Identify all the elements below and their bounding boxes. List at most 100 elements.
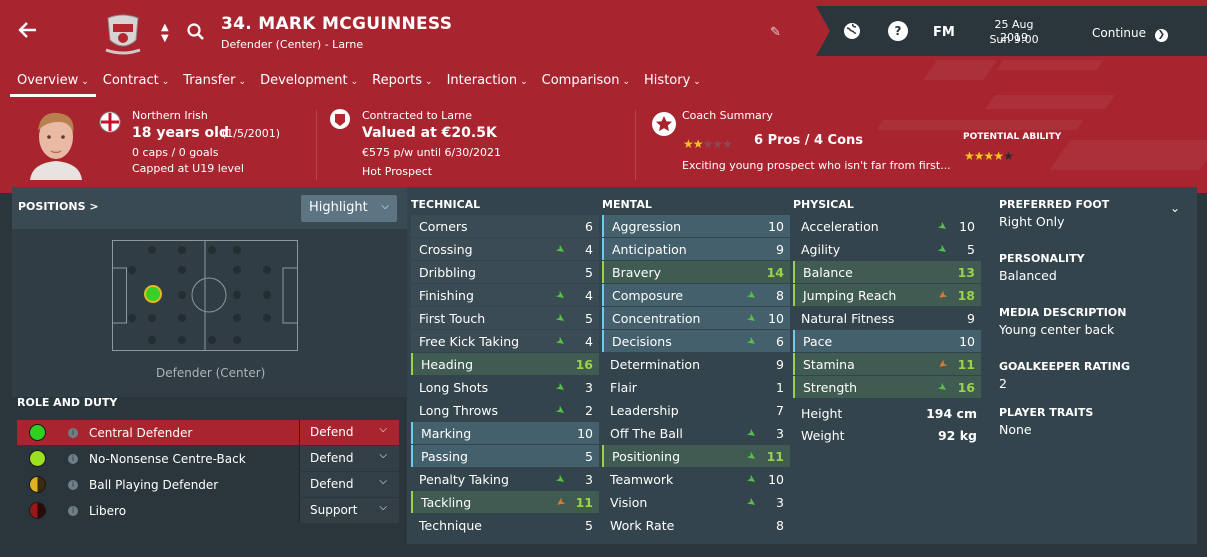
role-row[interactable]: i Ball Playing Defender Defend ⌵ bbox=[17, 472, 399, 497]
attribute-row[interactable]: Long Shots ➤ 3 bbox=[411, 376, 599, 398]
attribute-value: 5 bbox=[585, 448, 593, 464]
attribute-row[interactable]: Off The Ball ➤ 3 bbox=[602, 422, 790, 444]
search-icon[interactable] bbox=[186, 22, 206, 46]
contracted-to: Contracted to Larne bbox=[362, 109, 473, 122]
attribute-row[interactable]: Free Kick Taking ➤ 4 bbox=[411, 330, 599, 352]
attribute-row[interactable]: Pace 10 bbox=[793, 330, 981, 352]
role-row[interactable]: i Libero Support ⌵ bbox=[17, 498, 399, 523]
weight-value: 92 kg bbox=[937, 427, 977, 443]
attribute-row[interactable]: Crossing ➤ 4 bbox=[411, 238, 599, 260]
attribute-value: 10 bbox=[959, 333, 975, 349]
attribute-value: 11 bbox=[766, 448, 784, 464]
attribute-row[interactable]: Concentration ➤ 10 bbox=[602, 307, 790, 329]
attribute-row[interactable]: Technique 5 bbox=[411, 514, 599, 536]
attribute-row[interactable]: Heading 16 bbox=[411, 353, 599, 375]
next-player-icon[interactable]: ▼ bbox=[161, 33, 169, 44]
attribute-row[interactable]: Tackling ➤ 11 bbox=[411, 491, 599, 513]
mental-title: MENTAL bbox=[602, 198, 652, 211]
attribute-row[interactable]: Agility ➤ 5 bbox=[793, 238, 981, 260]
attribute-row[interactable]: Penalty Taking ➤ 3 bbox=[411, 468, 599, 490]
attribute-row[interactable]: Finishing ➤ 4 bbox=[411, 284, 599, 306]
attribute-row[interactable]: Dribbling 5 bbox=[411, 261, 599, 283]
attribute-name: Tackling bbox=[421, 494, 472, 510]
previous-player-icon[interactable]: ▲ bbox=[161, 22, 169, 33]
highlight-dropdown[interactable]: Highlight ⌵ bbox=[301, 195, 397, 222]
attribute-name: Heading bbox=[421, 356, 474, 372]
attribute-row[interactable]: Natural Fitness 9 bbox=[793, 307, 981, 329]
attribute-name: Flair bbox=[610, 379, 637, 395]
attribute-row[interactable]: Long Throws ➤ 2 bbox=[411, 399, 599, 421]
height-value: 194 cm bbox=[926, 405, 977, 421]
attribute-name: Finishing bbox=[419, 287, 474, 303]
attribute-row[interactable]: Determination 9 bbox=[602, 353, 790, 375]
attribute-name: Long Throws bbox=[419, 402, 499, 418]
attribute-row[interactable]: Strength ➤ 16 bbox=[793, 376, 981, 398]
duty-dropdown[interactable]: Defend ⌵ bbox=[299, 446, 399, 471]
info-player-traits: PLAYER TRAITS None bbox=[999, 406, 1093, 437]
edit-pencil-icon[interactable]: ✎ bbox=[770, 25, 781, 40]
attribute-value: 3 bbox=[776, 494, 784, 510]
attribute-row[interactable]: Passing 5 bbox=[411, 445, 599, 467]
attribute-value: 2 bbox=[585, 402, 593, 418]
arrow-down-icon: ➤ bbox=[934, 287, 950, 303]
attribute-row[interactable]: First Touch ➤ 5 bbox=[411, 307, 599, 329]
tab-transfer[interactable]: Transfer ⌄ bbox=[176, 70, 253, 97]
tab-label: Transfer bbox=[183, 73, 236, 88]
continue-button[interactable]: Continue ❯ bbox=[1092, 26, 1168, 42]
info-icon[interactable]: i bbox=[68, 453, 78, 464]
info-value: None bbox=[999, 422, 1032, 437]
info-media-description: MEDIA DESCRIPTION Young center back bbox=[999, 306, 1126, 337]
attribute-row[interactable]: Bravery 14 bbox=[602, 261, 790, 283]
player-navigation-arrows[interactable]: ▲ ▼ bbox=[161, 22, 169, 44]
attribute-value: 10 bbox=[959, 218, 975, 234]
info-goalkeeper-rating: GOALKEEPER RATING 2 bbox=[999, 360, 1130, 391]
fm-menu-button[interactable]: FM bbox=[933, 25, 955, 40]
attribute-row[interactable]: Composure ➤ 8 bbox=[602, 284, 790, 306]
duty-dropdown[interactable]: Defend ⌵ bbox=[299, 420, 399, 445]
attribute-name: Work Rate bbox=[610, 517, 675, 533]
attribute-row[interactable]: Positioning ➤ 11 bbox=[602, 445, 790, 467]
info-icon[interactable]: i bbox=[68, 505, 78, 516]
tab-label: History bbox=[644, 73, 691, 88]
attribute-row[interactable]: Teamwork ➤ 10 bbox=[602, 468, 790, 490]
tab-overview[interactable]: Overview ⌄ bbox=[10, 70, 96, 97]
info-icon[interactable]: i bbox=[68, 427, 78, 438]
chevron-down-icon: ⌵ bbox=[379, 450, 387, 461]
attribute-row[interactable]: Decisions ➤ 6 bbox=[602, 330, 790, 352]
help-icon[interactable]: ? bbox=[888, 21, 908, 41]
attribute-value: 4 bbox=[585, 241, 593, 257]
info-icon[interactable]: i bbox=[68, 479, 78, 490]
chevron-down-icon[interactable]: ⌄ bbox=[1170, 201, 1180, 215]
tab-comparison[interactable]: Comparison ⌄ bbox=[535, 70, 637, 97]
attribute-name: Jumping Reach bbox=[803, 287, 897, 303]
world-globe-icon[interactable] bbox=[842, 21, 862, 45]
tab-interaction[interactable]: Interaction ⌄ bbox=[440, 70, 535, 97]
tab-contract[interactable]: Contract ⌄ bbox=[96, 70, 176, 97]
attribute-row[interactable]: Vision ➤ 3 bbox=[602, 491, 790, 513]
attribute-row[interactable]: Corners 6 bbox=[411, 215, 599, 237]
club-crest-icon[interactable] bbox=[100, 10, 146, 56]
positions-link[interactable]: POSITIONS > bbox=[18, 200, 99, 213]
attribute-row[interactable]: Leadership 7 bbox=[602, 399, 790, 421]
star-icon: ★ bbox=[692, 137, 704, 151]
back-arrow-icon[interactable] bbox=[18, 20, 38, 46]
tab-history[interactable]: History ⌄ bbox=[637, 70, 708, 97]
info-value: Balanced bbox=[999, 268, 1057, 283]
duty-dropdown[interactable]: Support ⌵ bbox=[299, 498, 399, 523]
attribute-row[interactable]: Anticipation 9 bbox=[602, 238, 790, 260]
attribute-row[interactable]: Flair 1 bbox=[602, 376, 790, 398]
attribute-name: Vision bbox=[610, 494, 648, 510]
attribute-row[interactable]: Work Rate 8 bbox=[602, 514, 790, 536]
club-mini-crest-icon bbox=[329, 108, 351, 134]
attribute-row[interactable]: Marking 10 bbox=[411, 422, 599, 444]
attribute-row[interactable]: Stamina ➤ 11 bbox=[793, 353, 981, 375]
attribute-row[interactable]: Aggression 10 bbox=[602, 215, 790, 237]
attribute-row[interactable]: Jumping Reach ➤ 18 bbox=[793, 284, 981, 306]
attribute-row[interactable]: Balance 13 bbox=[793, 261, 981, 283]
tab-reports[interactable]: Reports ⌄ bbox=[365, 70, 439, 97]
duty-dropdown[interactable]: Defend ⌵ bbox=[299, 472, 399, 497]
role-row[interactable]: i Central Defender Defend ⌵ bbox=[17, 420, 399, 445]
role-row[interactable]: i No-Nonsense Centre-Back Defend ⌵ bbox=[17, 446, 399, 471]
attribute-row[interactable]: Acceleration ➤ 10 bbox=[793, 215, 981, 237]
tab-development[interactable]: Development ⌄ bbox=[253, 70, 365, 97]
